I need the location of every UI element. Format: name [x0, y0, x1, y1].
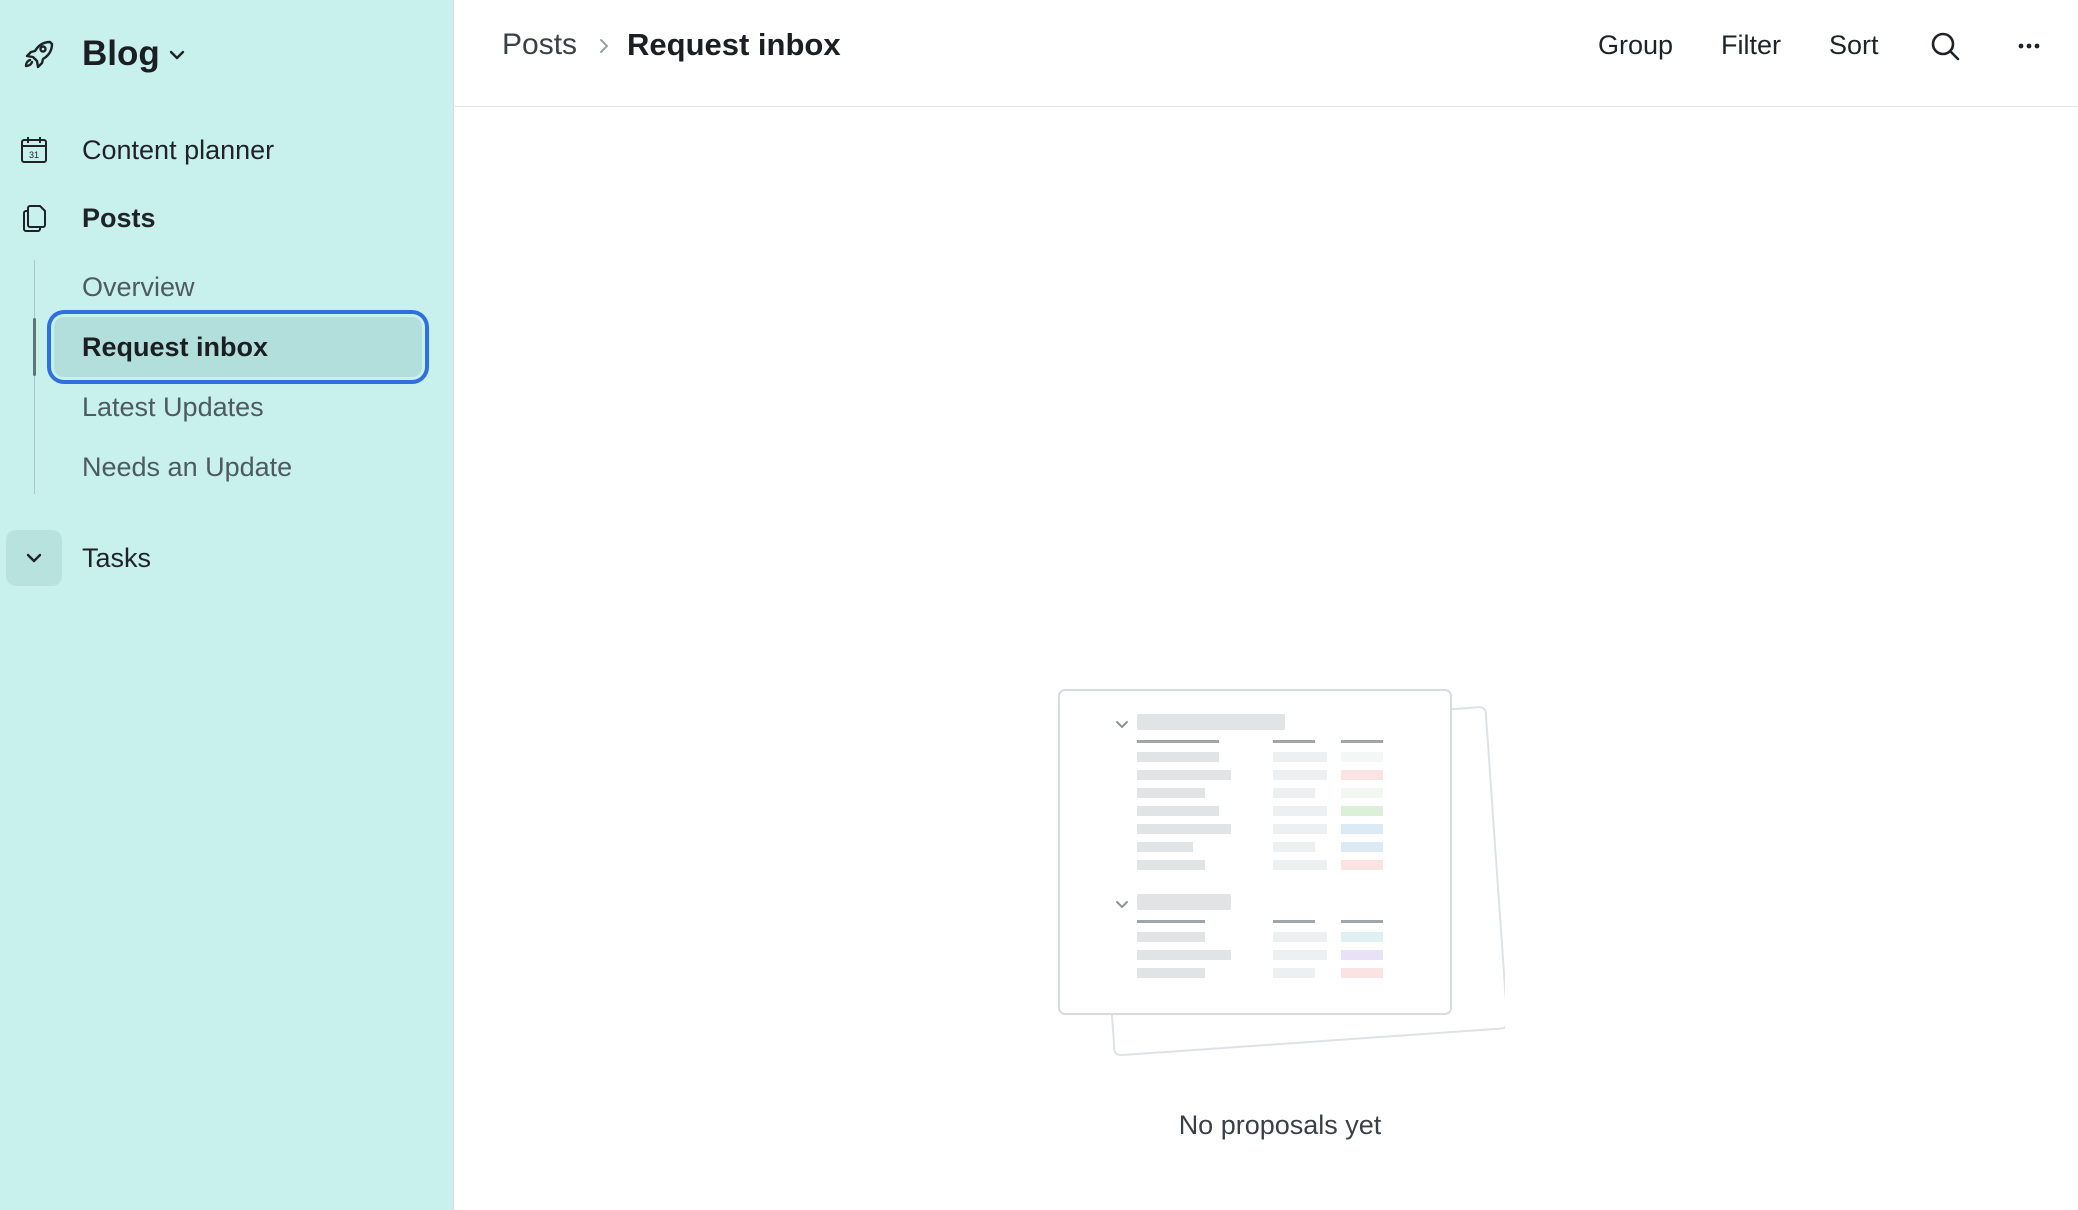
sidebar: Blog 31 Content planner Posts Overview R… — [0, 0, 454, 1210]
workspace-switcher[interactable]: Blog — [0, 22, 454, 86]
sidebar-subitem-overview[interactable]: Overview — [54, 257, 422, 317]
sidebar-item-content-planner[interactable]: 31 Content planner — [0, 122, 454, 178]
search-icon — [1931, 32, 1960, 61]
sidebar-section-tasks[interactable]: Tasks — [82, 543, 151, 574]
chevron-down-icon — [26, 553, 42, 563]
empty-table-illustration — [1058, 689, 1505, 1057]
sidebar-subitem-label: Needs an Update — [82, 452, 293, 482]
sidebar-subitem-label: Overview — [82, 272, 195, 302]
more-options-button[interactable] — [2011, 28, 2047, 64]
sidebar-subitem-label: Latest Updates — [82, 392, 264, 422]
calendar-icon: 31 — [21, 137, 47, 163]
filter-button[interactable]: Filter — [1721, 30, 1781, 61]
sidebar-subitem-needs-an-update[interactable]: Needs an Update — [54, 437, 422, 497]
tree-active-indicator — [33, 318, 36, 376]
sidebar-subitem-latest-updates[interactable]: Latest Updates — [54, 377, 422, 437]
svg-text:31: 31 — [29, 150, 39, 160]
sidebar-subitem-request-inbox[interactable]: Request inbox — [54, 317, 422, 377]
chevron-right-icon — [600, 39, 608, 53]
sidebar-item-label: Posts — [82, 203, 156, 233]
rocket-icon — [24, 40, 54, 69]
sidebar-item-label: Content planner — [82, 135, 275, 165]
chevron-down-icon — [169, 50, 185, 60]
search-button[interactable] — [1927, 28, 1963, 64]
sidebar-subitem-label: Request inbox — [82, 332, 269, 362]
sort-button[interactable]: Sort — [1829, 30, 1879, 61]
more-horizontal-icon — [2018, 43, 2040, 49]
documents-icon — [23, 205, 46, 232]
page-title: Request inbox — [627, 27, 841, 62]
group-button[interactable]: Group — [1598, 30, 1673, 61]
breadcrumb-posts[interactable]: Posts — [502, 28, 577, 62]
workspace-name: Blog — [82, 34, 160, 73]
tree-guide-line — [34, 260, 35, 494]
sidebar-item-posts[interactable]: Posts — [0, 190, 454, 246]
empty-state-message: No proposals yet — [1178, 1110, 1382, 1140]
page-header: Posts Request inbox Group Filter Sort — [455, 0, 2078, 107]
tasks-collapse-toggle[interactable] — [6, 530, 62, 586]
